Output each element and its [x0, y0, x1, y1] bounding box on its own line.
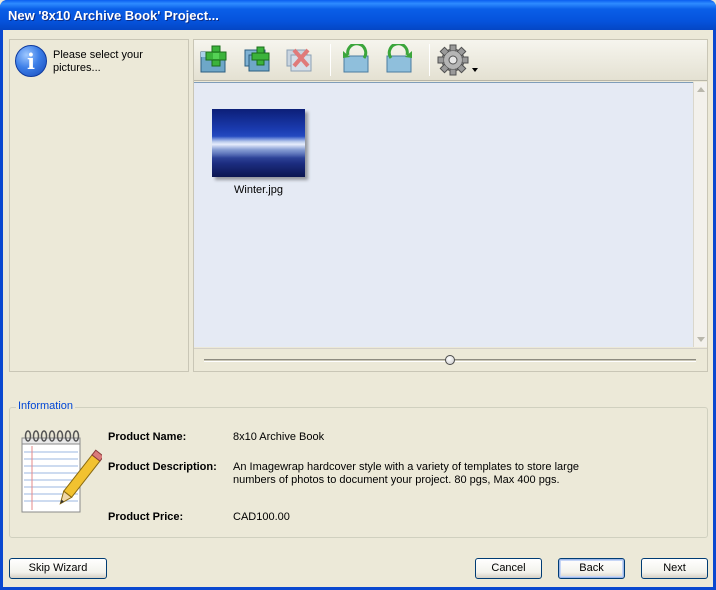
rotate-right-icon	[386, 42, 412, 73]
vertical-scrollbar[interactable]	[693, 82, 707, 347]
rotate-left-icon	[343, 42, 369, 73]
product-price-label: Product Price:	[108, 511, 184, 523]
zoom-slider-area	[194, 348, 707, 371]
toolbar-separator	[429, 44, 430, 76]
picture-filename: Winter.jpg	[234, 184, 283, 196]
zoom-slider-thumb[interactable]	[445, 355, 455, 365]
add-multiple-button[interactable]	[240, 44, 276, 76]
product-name-label: Product Name:	[108, 431, 187, 443]
remove-picture-button[interactable]	[282, 44, 318, 76]
toolbar-separator	[330, 44, 331, 76]
picture-toolbar	[194, 40, 707, 81]
information-legend: Information	[16, 400, 76, 412]
product-description-label: Product Description:	[108, 461, 217, 473]
product-description-value: An Imagewrap hardcover style with a vari…	[233, 461, 580, 486]
folder-add-icon	[200, 45, 227, 73]
skip-wizard-button[interactable]: Skip Wizard	[9, 558, 107, 579]
cancel-button[interactable]: Cancel	[475, 558, 542, 579]
back-button[interactable]: Back	[558, 558, 625, 579]
picture-thumbnail[interactable]	[212, 109, 305, 177]
remove-icon	[286, 48, 312, 72]
picture-panel: Winter.jpg	[193, 39, 708, 372]
picture-list[interactable]: Winter.jpg	[194, 82, 693, 347]
notepad-pencil-icon	[21, 430, 102, 513]
title-bar[interactable]: New '8x10 Archive Book' Project...	[0, 0, 716, 30]
rotate-right-button[interactable]	[381, 42, 417, 76]
add-picture-button[interactable]	[198, 44, 234, 76]
scroll-down-icon[interactable]	[696, 334, 706, 344]
product-name-value: 8x10 Archive Book	[233, 431, 325, 443]
instructions-panel: i Please select your pictures...	[9, 39, 189, 372]
next-button[interactable]: Next	[641, 558, 708, 579]
information-group: Information Product Name: 8x10 Archive B…	[9, 400, 708, 538]
rotate-left-button[interactable]	[338, 42, 374, 76]
wizard-client-area: i Please select your pictures... Winter.…	[3, 30, 713, 587]
window-title: New '8x10 Archive Book' Project...	[8, 8, 219, 23]
scroll-up-icon[interactable]	[696, 85, 706, 95]
chevron-down-icon[interactable]	[472, 68, 478, 72]
info-icon: i	[15, 45, 47, 77]
add-copies-icon	[244, 46, 270, 72]
instructions-text: Please select your pictures...	[53, 49, 143, 74]
gear-icon	[437, 44, 469, 76]
product-price-value: CAD100.00	[233, 511, 290, 523]
wizard-window: New '8x10 Archive Book' Project... i Ple…	[0, 0, 716, 590]
